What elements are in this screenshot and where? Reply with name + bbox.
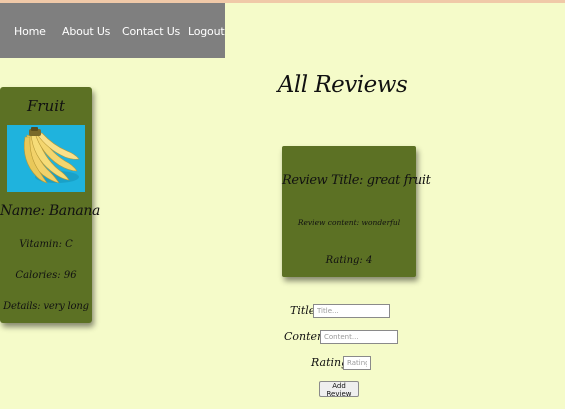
fruit-calories: Calories: 96: [15, 270, 77, 281]
review-title: Review Title: great fruit: [282, 173, 431, 188]
top-navigation: Home About Us Contact Us Logout: [0, 3, 225, 58]
review-card: Review Title: great fruit Review content…: [282, 146, 431, 277]
fruit-vitamin: Vitamin: C: [19, 239, 73, 250]
title-label: Title: [290, 304, 316, 317]
fruit-card: Fruit Name: Banana Vitamin: C Calories: …: [0, 87, 100, 323]
fruit-name: Name: Banana: [0, 203, 100, 219]
nav-contact-link[interactable]: Contact Us: [122, 25, 180, 38]
review-rating: Rating: 4: [325, 255, 373, 266]
rating-input[interactable]: [343, 356, 371, 370]
nav-home-link[interactable]: Home: [14, 25, 46, 38]
banana-image: [7, 125, 85, 192]
content-input[interactable]: [320, 330, 398, 344]
nav-about-link[interactable]: About Us: [62, 25, 110, 38]
fruit-heading: Fruit: [26, 97, 66, 115]
nav-logout-link[interactable]: Logout: [188, 25, 225, 38]
title-input[interactable]: [313, 304, 390, 318]
add-review-button[interactable]: Add Review: [319, 381, 359, 398]
fruit-details: Details: very long: [3, 301, 89, 312]
review-content: Review content: wonderful: [297, 218, 401, 227]
